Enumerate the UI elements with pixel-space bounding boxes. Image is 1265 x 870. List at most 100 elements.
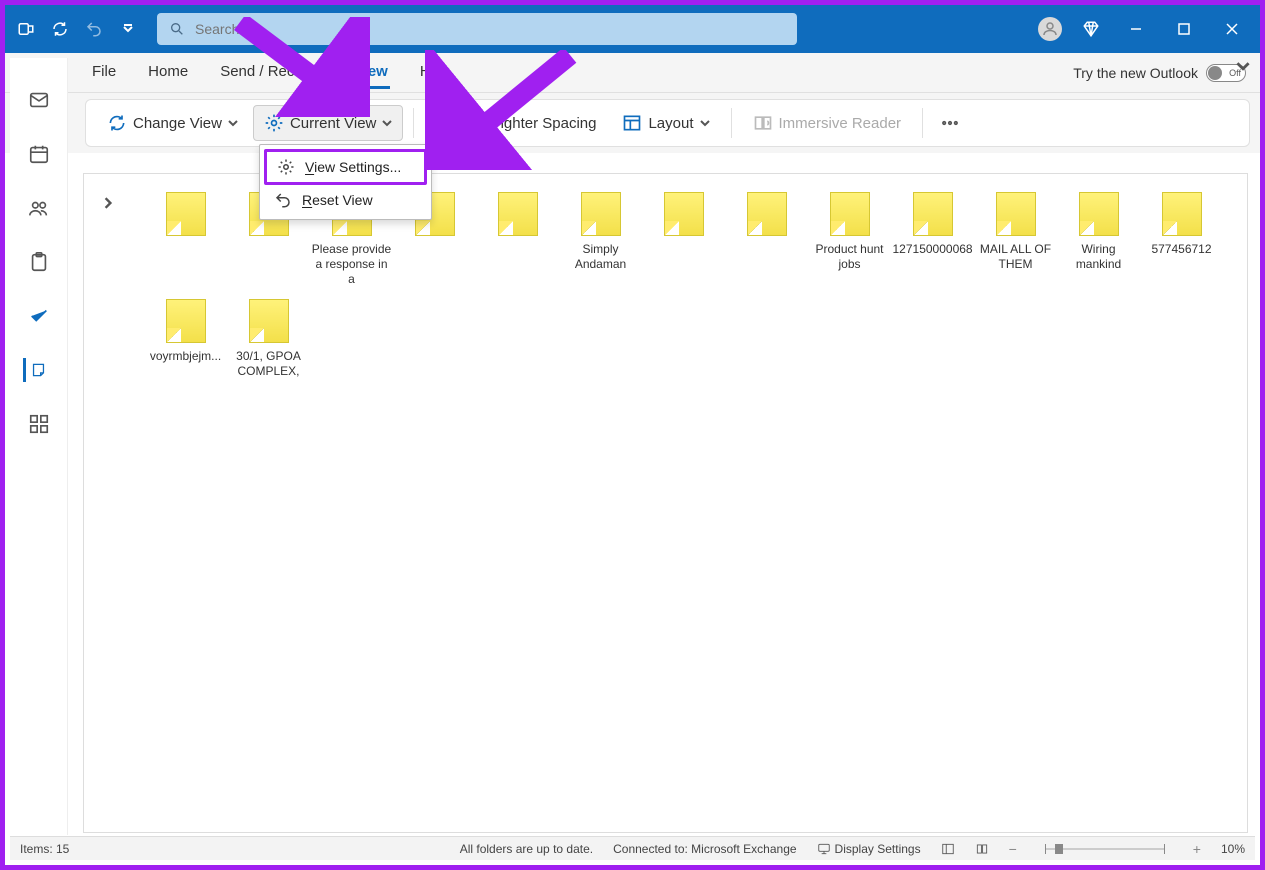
tab-home[interactable]: Home [146,57,190,89]
tighter-spacing-button[interactable]: Use Tighter Spacing [424,105,607,141]
change-view-label: Change View [133,115,222,132]
note-label: 1271500000689 [893,242,973,257]
note-label: voyrmbjejm... [146,349,226,364]
menu-view-settings[interactable]: View Settings... [264,149,427,185]
note-item[interactable]: Wiring mankind [1057,192,1140,287]
notes-icon-grid: Please provide a response in a Simply And… [144,192,1237,391]
immersive-reader-label: Immersive Reader [779,115,902,132]
window-maximize-button[interactable] [1162,14,1206,44]
zoom-percent[interactable]: 10% [1221,842,1245,856]
window-minimize-button[interactable] [1114,14,1158,44]
zoom-slider[interactable] [1045,848,1165,850]
note-item[interactable]: Product hunt jobs [808,192,891,287]
note-icon [664,192,704,236]
note-item[interactable]: 1271500000689 [891,192,974,287]
note-item[interactable]: voyrmbjejm... [144,299,227,379]
note-label: 577456712 [1142,242,1222,257]
view-settings-mnemonic: V [305,159,314,175]
tab-view[interactable]: View [352,57,390,89]
nav-mail-icon[interactable] [27,88,51,112]
note-icon [249,299,289,343]
note-label: Product hunt jobs [810,242,890,272]
note-icon [1162,192,1202,236]
note-label: MAIL ALL OF THEM [976,242,1056,272]
qat-undo-icon[interactable] [79,14,109,44]
qat-customize-chevron-icon[interactable] [113,14,143,44]
reset-view-mnemonic: R [302,192,312,208]
zoom-in-button[interactable]: + [1193,841,1201,857]
note-icon [747,192,787,236]
zoom-out-button[interactable]: − [1009,841,1017,857]
immersive-reader-button: Immersive Reader [742,105,913,141]
window-close-button[interactable] [1210,14,1254,44]
current-view-button[interactable]: Current View [253,105,403,141]
view-settings-label: iew Settings... [314,159,401,175]
note-icon [581,192,621,236]
note-item[interactable] [476,192,559,287]
tighter-spacing-label: Use Tighter Spacing [461,115,596,132]
note-label: 30/1, GPOA COMPLEX, [229,349,309,379]
menu-reset-view[interactable]: Reset View [264,185,427,215]
note-icon [996,192,1036,236]
nav-tasks-clipboard-icon[interactable] [27,250,51,274]
change-view-button[interactable]: Change View [96,105,249,141]
view-reading-button[interactable] [975,842,989,856]
view-normal-button[interactable] [941,842,955,856]
status-bar: Items: 15 All folders are up to date. Co… [10,836,1255,860]
tab-file[interactable]: File [90,57,118,89]
tab-send-receive[interactable]: Send / Receive [218,57,324,89]
nav-todo-icon[interactable] [27,304,51,328]
layout-button[interactable]: Layout [611,105,720,141]
nav-people-icon[interactable] [27,196,51,220]
note-item[interactable] [725,192,808,287]
note-icon [830,192,870,236]
note-item[interactable]: 30/1, GPOA COMPLEX, [227,299,310,379]
search-input[interactable] [195,21,785,37]
reset-view-label: eset View [312,192,372,208]
nav-notes-icon[interactable] [23,358,47,382]
current-view-dropdown: View Settings... Reset View [259,144,432,220]
note-label [395,242,475,257]
layout-label: Layout [648,115,693,132]
note-icon [166,299,206,343]
note-item[interactable]: Simply Andaman [559,192,642,287]
title-bar [5,5,1260,53]
qat-sync-icon[interactable] [45,14,75,44]
note-icon [498,192,538,236]
main-content-panel: Please provide a response in a Simply And… [83,173,1248,833]
note-label: Simply Andaman [561,242,641,272]
note-item[interactable] [642,192,725,287]
note-icon [913,192,953,236]
status-sync: All folders are up to date. [460,842,593,856]
nav-calendar-icon[interactable] [27,142,51,166]
note-label: Please provide a response in a [312,242,392,287]
status-connection: Connected to: Microsoft Exchange [613,842,796,856]
folder-pane-expand-icon[interactable] [102,196,114,214]
premium-diamond-icon[interactable] [1076,14,1106,44]
note-label: Wiring mankind [1059,242,1139,272]
status-item-count: Items: 15 [20,842,69,856]
current-view-label: Current View [290,115,376,132]
try-new-outlook-label: Try the new Outlook [1073,65,1198,81]
ribbon-more-button[interactable] [933,105,967,141]
display-settings-button[interactable]: Display Settings [817,842,921,856]
note-icon [166,192,206,236]
account-avatar-icon[interactable] [1038,17,1062,41]
ribbon-tabs: File Home Send / Receive View Help Try t… [5,53,1260,93]
ribbon-collapse-chevron-icon[interactable] [1236,59,1250,78]
tab-help[interactable]: Help [418,57,453,89]
display-settings-label: Display Settings [835,842,921,856]
search-box[interactable] [157,13,797,45]
ribbon: Change View Current View Use Tighter Spa… [85,99,1250,147]
note-item[interactable]: MAIL ALL OF THEM [974,192,1057,287]
nav-more-apps-icon[interactable] [27,412,51,436]
left-nav-rail [10,58,68,835]
note-label [644,242,724,257]
note-item[interactable]: 577456712 [1140,192,1223,287]
note-icon [1079,192,1119,236]
note-item[interactable] [144,192,227,287]
outlook-logo-icon [11,14,41,44]
search-icon [169,21,185,37]
note-label [727,242,807,257]
try-new-outlook-toggle[interactable]: Try the new Outlook Off [1073,64,1246,82]
